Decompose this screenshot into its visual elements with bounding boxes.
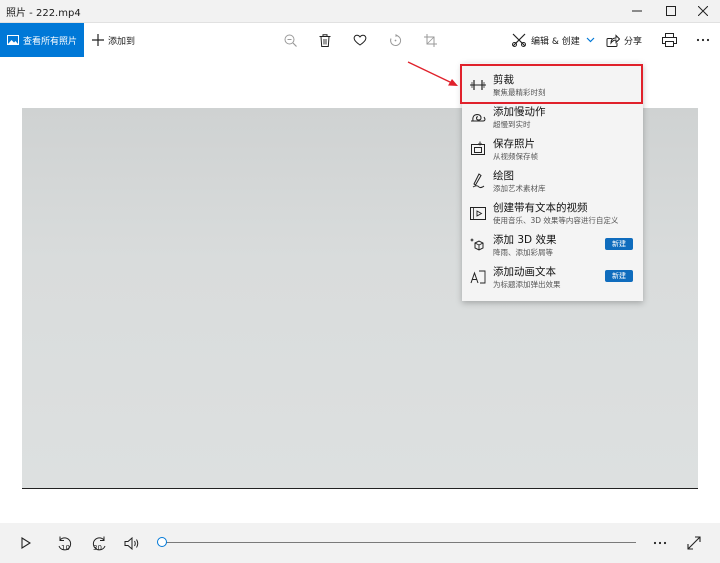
menu-item-subtitle: 添加艺术素材库 (493, 184, 546, 193)
rewind-seconds: 10 (61, 544, 70, 552)
menu-item-subtitle: 降雨、添加彩屑等 (493, 248, 553, 257)
3d-effects-icon (470, 238, 484, 251)
fullscreen-icon (687, 536, 701, 550)
fullscreen-button[interactable] (682, 531, 706, 555)
new-badge: 新建 (605, 270, 633, 282)
forward-seconds: 30 (93, 544, 102, 552)
menu-item-title: 保存照片 (493, 138, 535, 150)
video-text-icon (470, 207, 486, 220)
menu-item-subtitle: 使用音乐、3D 效果等内容进行自定义 (493, 216, 619, 225)
play-button[interactable] (14, 531, 38, 555)
menu-item-animated-text[interactable]: 添加动画文本 为标题添加弹出效果 新建 (462, 261, 643, 293)
menu-item-slow-motion[interactable]: 添加慢动作 超慢到实时 (462, 101, 643, 133)
volume-button[interactable] (120, 531, 144, 555)
menu-item-draw[interactable]: 绘图 添加艺术素材库 (462, 165, 643, 197)
save-photo-icon (471, 141, 485, 155)
menu-item-title: 添加慢动作 (493, 106, 546, 118)
player-controls: 10 30 (0, 523, 720, 563)
menu-item-title: 绘图 (493, 170, 514, 182)
pen-icon (472, 173, 485, 189)
seek-thumb[interactable] (157, 537, 167, 547)
menu-item-title: 添加动画文本 (493, 266, 556, 278)
volume-icon (124, 536, 138, 550)
menu-item-subtitle: 为标题添加弹出效果 (493, 280, 561, 289)
snail-icon (471, 113, 486, 122)
animated-text-icon (470, 270, 486, 284)
menu-item-subtitle: 从视频保存帧 (493, 152, 538, 161)
highlight-box (460, 64, 643, 104)
menu-item-title: 创建带有文本的视频 (493, 202, 588, 214)
new-badge: 新建 (605, 238, 633, 250)
menu-item-save-photo[interactable]: 保存照片 从视频保存帧 (462, 133, 643, 165)
menu-item-video-with-text[interactable]: 创建带有文本的视频 使用音乐、3D 效果等内容进行自定义 (462, 197, 643, 229)
menu-item-title: 添加 3D 效果 (493, 234, 557, 246)
seek-bar[interactable] (164, 542, 636, 543)
menu-item-subtitle: 超慢到实时 (493, 120, 531, 129)
play-icon (21, 537, 31, 549)
player-more-button[interactable] (648, 531, 672, 555)
fast-forward-button[interactable]: 30 (87, 531, 111, 555)
menu-item-3d-effects[interactable]: 添加 3D 效果 降雨、添加彩屑等 新建 (462, 229, 643, 261)
more-icon (653, 541, 667, 545)
rewind-button[interactable]: 10 (53, 531, 77, 555)
